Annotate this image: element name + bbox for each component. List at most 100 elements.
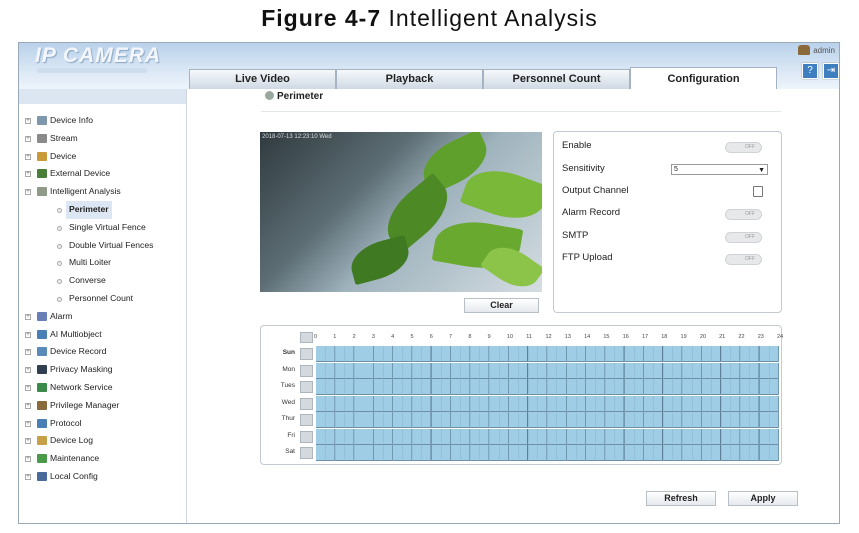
tab-live-video[interactable]: Live Video (189, 69, 336, 89)
protocol-icon (37, 418, 47, 428)
schedule-grid[interactable] (316, 379, 779, 395)
smtp-label: SMTP (562, 230, 589, 241)
day-select-box[interactable] (300, 430, 313, 443)
day-select-box[interactable] (300, 348, 313, 360)
sidebar-item[interactable]: + Device (19, 148, 186, 166)
half-hour-lines (316, 395, 779, 412)
schedule-grid[interactable] (316, 428, 779, 445)
expand-icon[interactable]: + (25, 313, 31, 320)
privacy-masking-icon (37, 365, 47, 375)
tab-playback[interactable]: Playback (336, 69, 483, 89)
sensitivity-label: Sensitivity (562, 163, 605, 174)
sidebar-item-label: Converse (69, 275, 106, 286)
sidebar-item[interactable]: + AI Multiobject (19, 326, 186, 344)
sidebar-item[interactable]: + Device Log (19, 432, 186, 450)
day-select-box[interactable] (300, 381, 313, 393)
username: admin (813, 45, 835, 55)
bullet-icon (57, 243, 62, 249)
sidebar-item-label: Network Service (50, 381, 113, 392)
expand-icon[interactable]: + (25, 135, 31, 142)
sidebar-item[interactable]: + Maintenance (19, 450, 186, 468)
expand-icon[interactable]: + (25, 420, 31, 427)
enable-toggle[interactable]: OFF (725, 142, 762, 153)
sidebar-item-label: Device Log (50, 435, 93, 446)
sidebar-item[interactable]: Personnel Count (19, 290, 186, 308)
select-all-box[interactable] (300, 332, 313, 343)
hour-label: 12 (545, 334, 552, 340)
sidebar-item[interactable]: Perimeter (19, 200, 186, 219)
sensitivity-select[interactable]: 5 ▼ (671, 164, 768, 175)
tab-personnel-count[interactable]: Personnel Count (483, 69, 630, 89)
help-icon[interactable]: ? (802, 63, 818, 79)
sidebar-item[interactable]: Double Virtual Fences (19, 237, 186, 255)
hour-label: 5 (410, 334, 414, 340)
sidebar-item-label: Alarm (50, 310, 73, 321)
schedule-row: Sun (265, 346, 779, 362)
expand-icon[interactable]: + (25, 118, 31, 124)
expand-icon[interactable]: + (25, 349, 31, 356)
sidebar-item[interactable]: Converse (19, 272, 186, 290)
day-label: Fri (287, 431, 295, 439)
alarm-icon (37, 311, 47, 321)
maintenance-icon (37, 454, 47, 464)
schedule-grid[interactable] (316, 362, 779, 379)
sidebar-item[interactable]: + External Device (19, 165, 186, 183)
sidebar-item-label: Protocol (50, 417, 82, 428)
expand-icon[interactable]: + (25, 456, 31, 463)
hour-label: 8 (468, 334, 472, 340)
schedule-grid[interactable] (316, 445, 779, 461)
logout-icon[interactable]: ⇥ (823, 63, 839, 79)
sidebar-item-label: Device (50, 150, 77, 161)
hour-label: 14 (584, 334, 591, 340)
expand-icon[interactable]: + (25, 438, 31, 445)
video-preview[interactable]: 2018-07-13 12:23:10 Wed (260, 132, 542, 292)
schedule-row: Sat (265, 445, 779, 461)
refresh-button[interactable]: Refresh (646, 491, 716, 506)
clear-button[interactable]: Clear (464, 298, 539, 313)
sidebar-item[interactable]: + Privilege Manager (19, 397, 186, 415)
settings-panel: Enable OFF Sensitivity 5 ▼ Output Channel… (553, 131, 782, 313)
expand-icon[interactable]: + (25, 473, 31, 480)
schedule-grid[interactable] (316, 412, 779, 428)
sidebar-item[interactable]: Multi Loiter (19, 254, 186, 272)
expand-icon[interactable]: + (25, 171, 31, 178)
expand-icon[interactable]: + (25, 189, 31, 196)
sidebar-item[interactable]: + Privacy Masking (19, 361, 186, 379)
sidebar-item[interactable]: + Alarm (19, 308, 186, 326)
sidebar-item[interactable]: Single Virtual Fence (19, 219, 186, 237)
ftp-upload-toggle[interactable]: OFF (725, 254, 762, 265)
arming-schedule: 0 1 2 3 4 5 6 7 8 9 10 11 12 13 14 15 16 17 18 19 20 21 22 23 24… (260, 325, 784, 465)
schedule-grid[interactable] (316, 395, 779, 412)
sidebar-item[interactable]: + Protocol (19, 415, 186, 433)
day-select-box[interactable] (300, 414, 313, 426)
tab-configuration[interactable]: Configuration (630, 67, 777, 89)
sensitivity-row: Sensitivity 5 ▼ (562, 163, 777, 177)
sidebar-item[interactable]: + Device Record (19, 343, 186, 361)
day-select-box[interactable] (300, 447, 313, 459)
expand-icon[interactable]: + (25, 153, 31, 160)
smtp-toggle[interactable]: OFF (725, 232, 762, 243)
sidebar-item[interactable]: + Network Service (19, 379, 186, 397)
sidebar-item[interactable]: + Stream (19, 130, 186, 148)
alarm-record-toggle[interactable]: OFF (725, 209, 762, 220)
apply-button[interactable]: Apply (728, 491, 798, 506)
expand-icon[interactable]: + (25, 331, 31, 338)
hour-label: 23 (757, 334, 764, 340)
sidebar-item[interactable]: + Local Config (19, 468, 186, 486)
sidebar-item[interactable]: + Intelligent Analysis (19, 183, 186, 201)
network-service-icon (37, 382, 47, 392)
hour-label: 24 (777, 334, 784, 340)
sidebar-item[interactable]: + Device Info (19, 112, 186, 130)
hour-label: 17 (641, 334, 649, 340)
output-channel-label: Output Channel (562, 185, 629, 196)
schedule-grid[interactable] (316, 346, 779, 362)
privilege-manager-icon (37, 400, 47, 410)
expand-icon[interactable]: + (25, 367, 31, 374)
expand-icon[interactable]: + (25, 384, 31, 391)
expand-icon[interactable]: + (25, 402, 31, 409)
day-select-box[interactable] (300, 397, 313, 410)
bullet-icon (57, 261, 62, 267)
day-select-box[interactable] (300, 364, 313, 377)
sidebar-item-label: Stream (50, 132, 78, 143)
output-channel-icon[interactable] (753, 186, 763, 197)
